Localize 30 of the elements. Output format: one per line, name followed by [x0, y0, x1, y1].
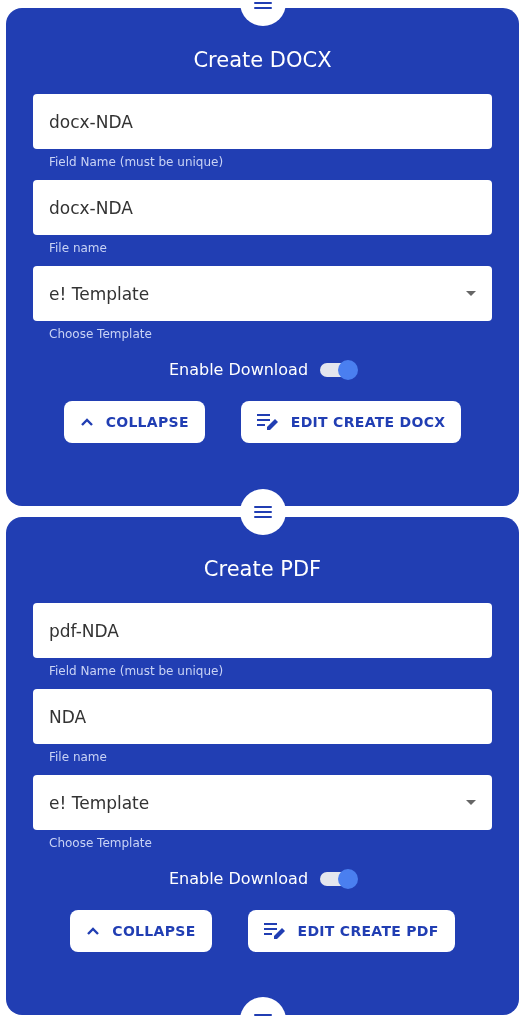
toggle-label: Enable Download — [168, 869, 309, 888]
menu-icon — [251, 0, 274, 11]
dropdown-caret-icon — [466, 800, 476, 805]
collapse-button[interactable]: COLLAPSE — [63, 401, 205, 443]
template-select[interactable]: e! Template — [33, 266, 492, 321]
input-field[interactable]: pdf-NDA — [33, 603, 492, 658]
field-helper-text: Choose Template — [49, 836, 153, 852]
edit-list-icon — [256, 413, 279, 431]
field-helper-text: Choose Template — [49, 327, 153, 343]
edit-button[interactable]: EDIT CREATE PDF — [247, 910, 455, 952]
input-field[interactable]: docx-NDA — [33, 180, 492, 235]
card-title: Create PDF — [202, 557, 323, 581]
toggle-label: Enable Download — [168, 360, 309, 379]
template-select[interactable]: e! Template — [33, 775, 492, 830]
dropdown-caret-icon — [466, 291, 476, 296]
input-field[interactable]: NDA — [33, 689, 492, 744]
chevron-up-icon — [79, 417, 94, 427]
download-switch[interactable] — [320, 871, 357, 886]
field-helper-text: File name — [49, 750, 108, 766]
field-helper-text: File name — [49, 241, 108, 257]
card-title: Create DOCX — [192, 48, 333, 72]
collapse-button[interactable]: COLLAPSE — [70, 910, 212, 952]
field-helper-text: Field Name (must be unique) — [49, 155, 225, 171]
download-switch[interactable] — [320, 362, 357, 377]
field-helper-text: Field Name (must be unique) — [49, 664, 225, 680]
edit-button[interactable]: EDIT CREATE DOCX — [240, 401, 462, 443]
chevron-up-icon — [86, 926, 101, 936]
menu-icon — [251, 504, 274, 520]
edit-list-icon — [263, 922, 286, 940]
input-field[interactable]: docx-NDA — [33, 94, 492, 149]
